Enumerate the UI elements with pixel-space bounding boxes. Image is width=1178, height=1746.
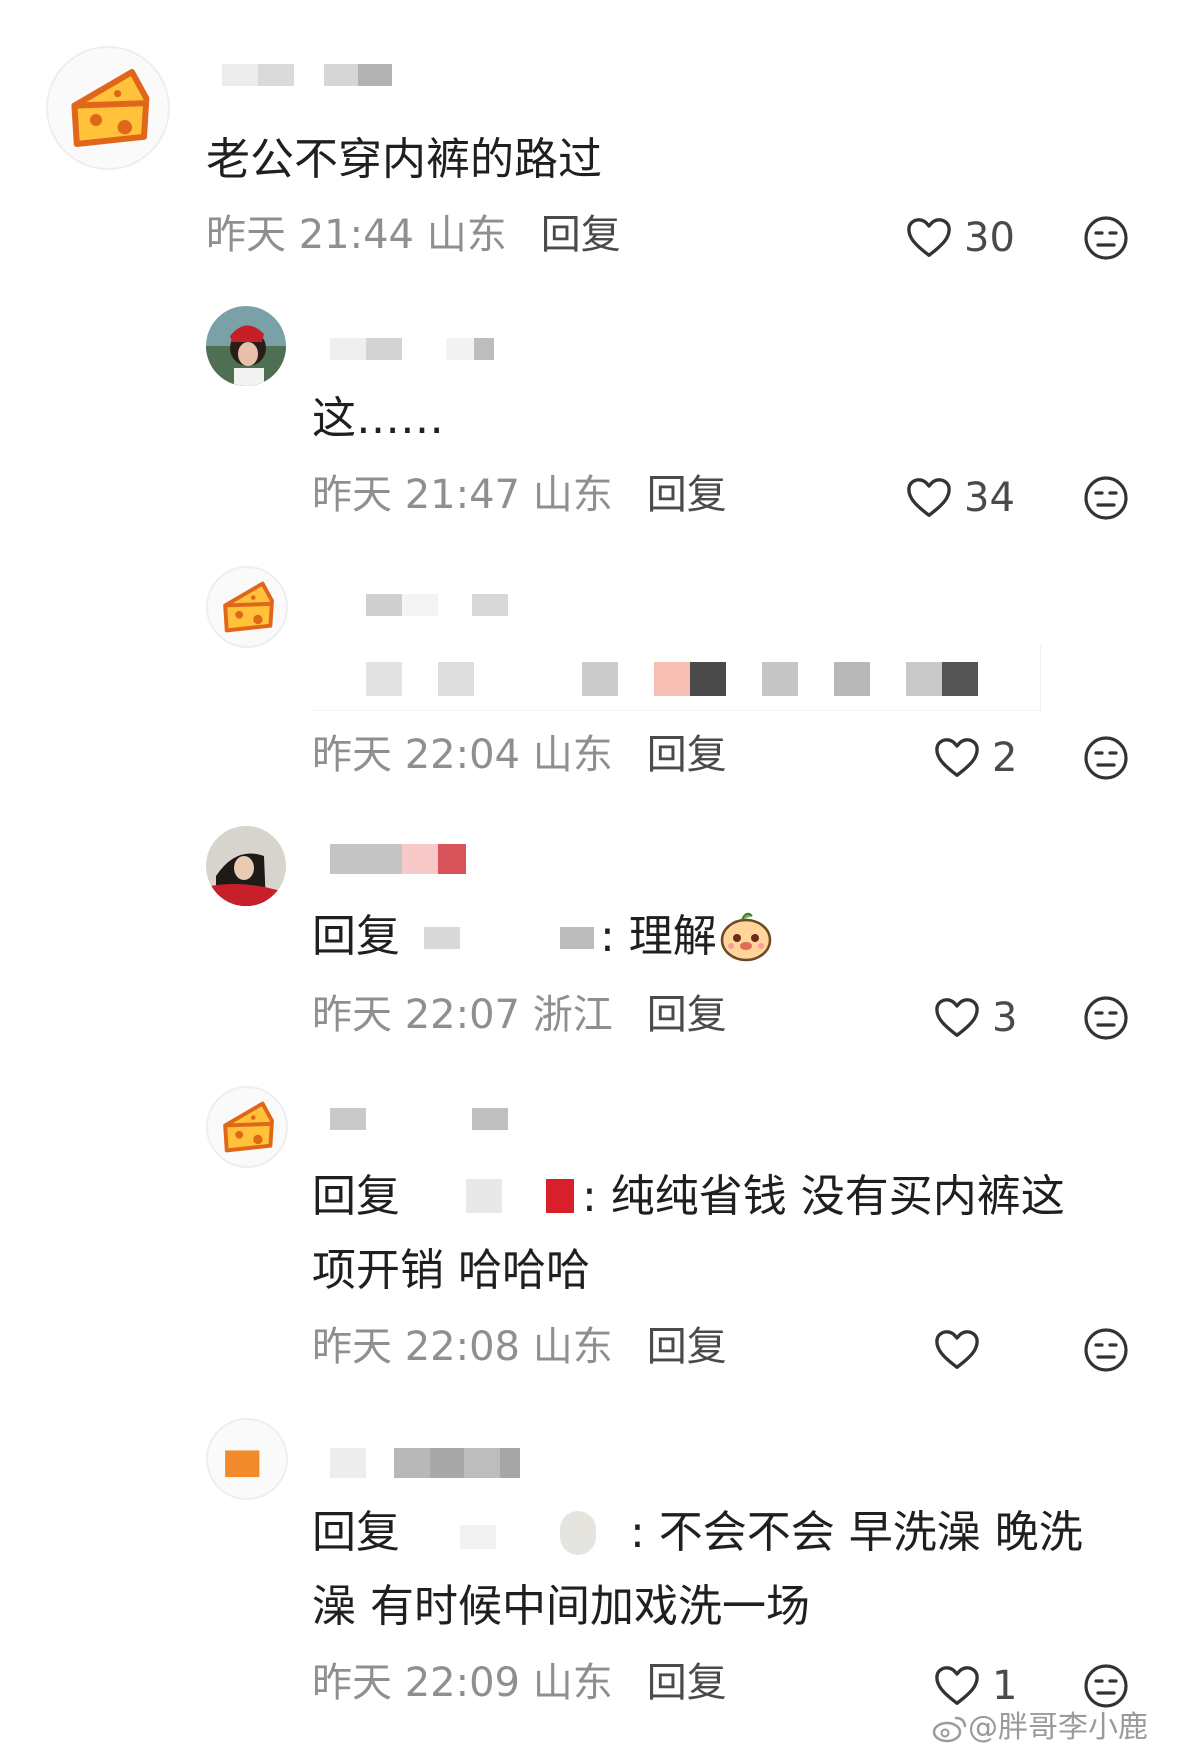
mention-redacted[interactable]	[400, 1179, 582, 1219]
like-count: 34	[964, 475, 1015, 521]
reply-text-line1: : 不会不会 早洗澡 晚洗	[630, 1507, 1083, 1558]
cheese-icon	[223, 581, 274, 633]
mention-redacted[interactable]	[400, 919, 600, 959]
mention-redacted[interactable]	[400, 1511, 630, 1555]
comment-meta: 昨天 22:09 山东 回复	[312, 1658, 727, 1708]
meh-face-icon	[1084, 1328, 1128, 1372]
username-redacted[interactable]	[300, 1100, 520, 1140]
reply-button[interactable]: 回复	[647, 1660, 727, 1706]
reply-button[interactable]: 回复	[647, 992, 727, 1038]
reply-text: : 理解	[600, 911, 717, 962]
watermark: @胖哥李小鹿	[932, 1702, 1148, 1746]
avatar[interactable]	[46, 46, 170, 170]
dislike-button[interactable]	[1083, 995, 1129, 1041]
comment-text: 回复 : 不会不会 早洗澡 晚洗	[312, 1496, 1083, 1570]
blurred-avatar	[208, 1420, 286, 1498]
comment-text: 这……	[312, 393, 444, 444]
comment-text: 回复 : 纯纯省钱 没有买内裤这	[312, 1160, 1065, 1234]
avatar[interactable]	[206, 826, 286, 906]
weibo-logo-icon	[932, 1716, 967, 1742]
reply-prefix: 回复	[312, 1507, 400, 1558]
reply-prefix: 回复	[312, 911, 400, 962]
comment-meta: 昨天 22:04 山东 回复	[312, 730, 727, 780]
avatar[interactable]	[206, 306, 286, 386]
heart-outline-icon	[907, 218, 951, 257]
comment-text-line2: 项开销 哈哈哈	[312, 1245, 590, 1296]
like-button[interactable]: 34	[906, 470, 1026, 526]
username-redacted[interactable]	[320, 330, 510, 370]
reply-prefix: 回复	[312, 1171, 400, 1222]
comment-meta: 昨天 22:07 浙江 回复	[312, 990, 727, 1040]
like-count: 2	[992, 735, 1018, 781]
username-redacted[interactable]	[300, 586, 530, 626]
cheese-icon	[71, 69, 150, 147]
reply-text-line1: : 纯纯省钱 没有买内裤这	[582, 1171, 1065, 1222]
avatar[interactable]	[206, 566, 288, 648]
like-button[interactable]: 2	[934, 730, 1034, 786]
timestamp-location: 昨天 22:09 山东	[312, 1660, 613, 1706]
meh-face-icon	[1084, 736, 1128, 780]
reply-button[interactable]: 回复	[541, 212, 621, 258]
comment-meta: 昨天 21:44 山东 回复	[206, 210, 621, 260]
user-photo	[206, 306, 286, 386]
username-redacted[interactable]	[214, 56, 414, 96]
like-button[interactable]: 3	[934, 990, 1034, 1046]
timestamp-location: 昨天 21:44 山东	[206, 212, 507, 258]
heart-outline-icon	[935, 1330, 979, 1369]
comment-meta: 昨天 22:08 山东 回复	[312, 1322, 727, 1372]
comment-text-redacted	[310, 646, 1041, 711]
avatar[interactable]	[206, 1086, 288, 1168]
timestamp-location: 昨天 21:47 山东	[312, 472, 613, 518]
timestamp-location: 昨天 22:07 浙江	[312, 992, 613, 1038]
cheese-icon	[223, 1101, 274, 1153]
meh-face-icon	[1084, 996, 1128, 1040]
reply-button[interactable]: 回复	[647, 472, 727, 518]
user-photo	[206, 826, 286, 906]
meh-face-icon	[1084, 476, 1128, 520]
like-count: 3	[992, 995, 1018, 1041]
dislike-button[interactable]	[1083, 475, 1129, 521]
timestamp-location: 昨天 22:04 山东	[312, 732, 613, 778]
dislike-button[interactable]	[1083, 1327, 1129, 1373]
reply-button[interactable]: 回复	[647, 732, 727, 778]
watermark-text: @胖哥李小鹿	[968, 1710, 1148, 1745]
comment-meta: 昨天 21:47 山东 回复	[312, 470, 727, 520]
like-button[interactable]	[934, 1322, 994, 1378]
reply-button[interactable]: 回复	[647, 1324, 727, 1370]
like-button[interactable]: 30	[906, 210, 1026, 266]
comment-text: 老公不穿内裤的路过	[206, 134, 602, 185]
dislike-button[interactable]	[1083, 215, 1129, 261]
avatar[interactable]	[206, 1418, 288, 1500]
comment-text-line2: 澡 有时候中间加戏洗一场	[312, 1581, 810, 1632]
username-redacted[interactable]	[320, 840, 480, 880]
timestamp-location: 昨天 22:08 山东	[312, 1324, 613, 1370]
comment-text: 回复 : 理解	[312, 900, 775, 974]
heart-outline-icon	[935, 998, 979, 1037]
dislike-button[interactable]	[1083, 735, 1129, 781]
meh-face-icon	[1084, 216, 1128, 260]
dog-face-emoji	[717, 906, 775, 964]
username-redacted[interactable]	[300, 1444, 530, 1484]
heart-outline-icon	[907, 478, 951, 517]
like-count: 30	[964, 215, 1015, 261]
heart-outline-icon	[935, 738, 979, 777]
